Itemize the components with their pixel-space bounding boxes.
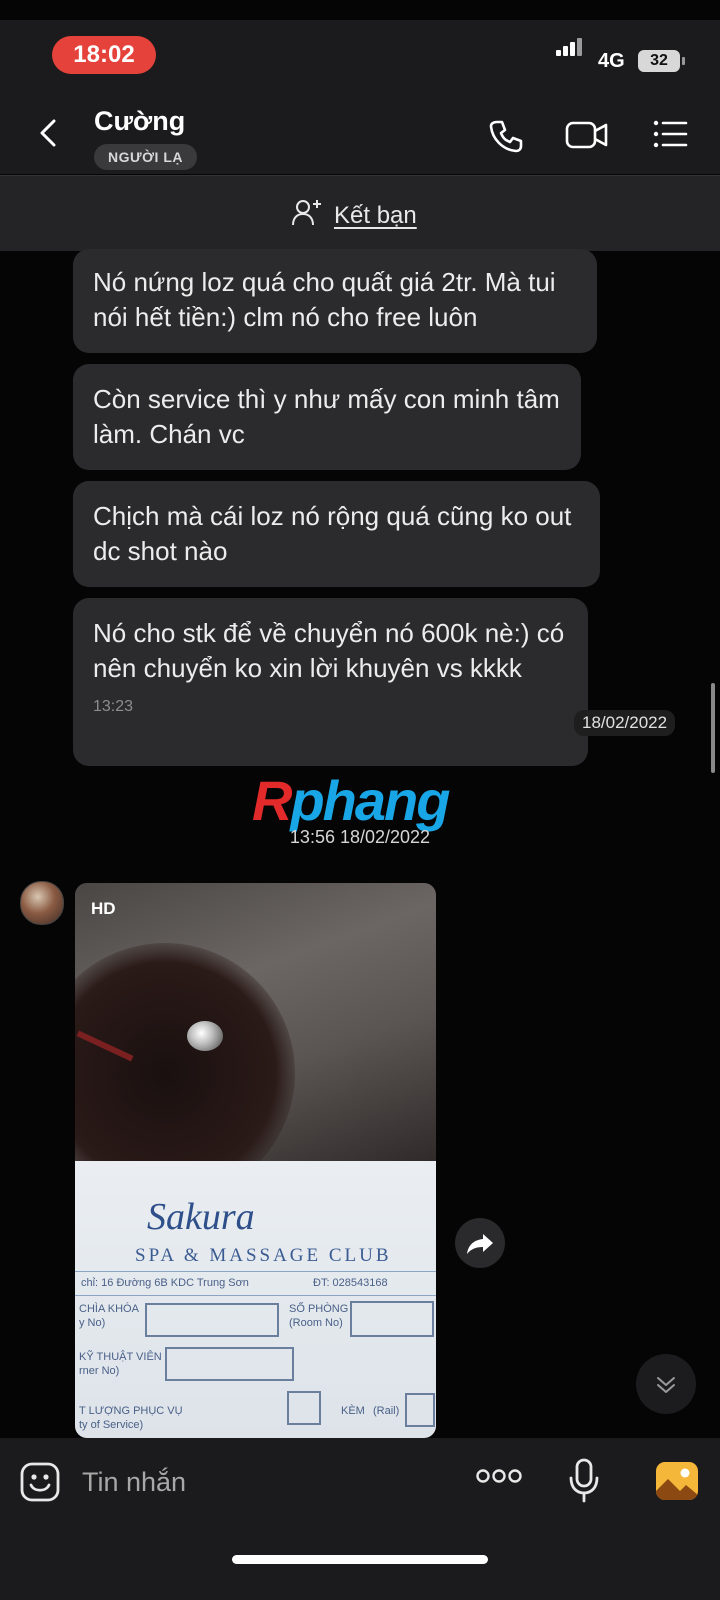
message-input[interactable]: Tin nhắn — [82, 1462, 412, 1502]
battery-icon: 32 — [638, 50, 680, 72]
receipt-service-sub: ty of Service) — [79, 1419, 144, 1431]
message-bubble[interactable]: Nó cho stk để về chuyển nó 600k nè:) có … — [73, 598, 588, 766]
avatar[interactable] — [20, 881, 64, 925]
message-text: Nó cho stk để về chuyển nó 600k nè:) có … — [93, 618, 565, 683]
message-bubble[interactable]: Nó nứng loz quá cho quất giá 2tr. Mà tui… — [73, 249, 597, 353]
home-indicator[interactable] — [232, 1555, 488, 1564]
receipt-tech-box — [165, 1347, 294, 1381]
add-friend-bar: Kết bạn — [0, 175, 720, 251]
network-label: 4G — [598, 50, 625, 72]
receipt-key-label: CHÌA KHÓA — [79, 1303, 139, 1315]
video-call-icon[interactable] — [565, 118, 609, 157]
add-friend-label: Kết bạn — [334, 201, 417, 229]
receipt-service-label: T LƯỢNG PHỤC VỤ — [79, 1405, 183, 1417]
receipt-line — [75, 1271, 436, 1272]
photo-knob — [187, 1021, 223, 1051]
receipt-key-sub: y No) — [79, 1317, 106, 1329]
add-friend-button[interactable]: Kết bạn — [292, 198, 417, 233]
scrollbar[interactable] — [711, 683, 715, 773]
receipt-kem-box — [405, 1393, 435, 1427]
receipt-kem-label: KÈM — [341, 1405, 365, 1417]
receipt-address: chỉ: 16 Đường 6B KDC Trung Sơn — [81, 1277, 249, 1289]
scroll-down-button[interactable] — [636, 1354, 696, 1414]
chat-screen: 18:02 4G 32 Cường NGƯỜI LẠ Kết bạn Nó nứ… — [0, 0, 720, 1600]
forward-button[interactable] — [455, 1218, 505, 1268]
input-bar: Tin nhắn — [0, 1438, 720, 1600]
photo-message[interactable]: HD Sakura SPA & MASSAGE CLUB chỉ: 16 Đườ… — [75, 883, 436, 1438]
menu-list-icon[interactable] — [652, 118, 688, 155]
watermark-logo: Rphang — [252, 769, 450, 832]
chat-header: Cường NGƯỜI LẠ — [0, 90, 720, 174]
receipt-brand: Sakura — [147, 1196, 255, 1238]
message-bubble[interactable]: Còn service thì y như mấy con minh tâm l… — [73, 364, 581, 470]
image-icon[interactable] — [654, 1460, 700, 1507]
receipt-key-box — [145, 1303, 279, 1337]
add-friend-icon — [292, 198, 324, 233]
hd-badge: HD — [91, 899, 116, 918]
microphone-icon[interactable] — [568, 1458, 600, 1509]
receipt-room-box — [350, 1301, 434, 1337]
emoji-icon[interactable] — [20, 1462, 60, 1507]
message-text: Còn service thì y như mấy con minh tâm l… — [93, 384, 560, 449]
receipt-rail-label: (Rail) — [373, 1405, 400, 1417]
stranger-badge: NGƯỜI LẠ — [94, 144, 197, 170]
receipt-service-box — [287, 1391, 321, 1425]
receipt-room-label: SỐ PHÒNG — [289, 1303, 349, 1315]
back-icon[interactable] — [34, 118, 64, 148]
date-chip: 18/02/2022 — [574, 710, 676, 736]
phone-icon[interactable] — [488, 118, 524, 159]
message-text: Nó nứng loz quá cho quất giá 2tr. Mà tui… — [93, 267, 556, 332]
status-time: 18:02 — [52, 36, 156, 74]
message-time: 13:23 — [93, 698, 134, 715]
status-bar: 18:02 4G 32 — [0, 20, 720, 90]
receipt-phone: ĐT: 028543168 — [313, 1277, 388, 1289]
battery-tip — [682, 57, 685, 65]
forward-icon — [467, 1234, 493, 1254]
receipt-club: SPA & MASSAGE CLUB — [135, 1245, 392, 1266]
receipt-tech-sub: rner No) — [79, 1365, 120, 1377]
receipt-line — [75, 1295, 436, 1296]
chevron-down-icon — [657, 1377, 675, 1393]
time-separator: 13:56 18/02/2022 — [289, 827, 431, 847]
receipt-tech-label: KỸ THUẬT VIÊN — [79, 1351, 162, 1363]
more-dots-icon[interactable] — [476, 1466, 522, 1491]
photo-receipt — [75, 1161, 436, 1438]
contact-name[interactable]: Cường — [94, 106, 185, 137]
receipt-room-sub: (Room No) — [289, 1317, 343, 1329]
message-text: Chịch mà cái loz nó rộng quá cũng ko out… — [93, 501, 572, 566]
message-bubble[interactable]: Chịch mà cái loz nó rộng quá cũng ko out… — [73, 481, 600, 587]
